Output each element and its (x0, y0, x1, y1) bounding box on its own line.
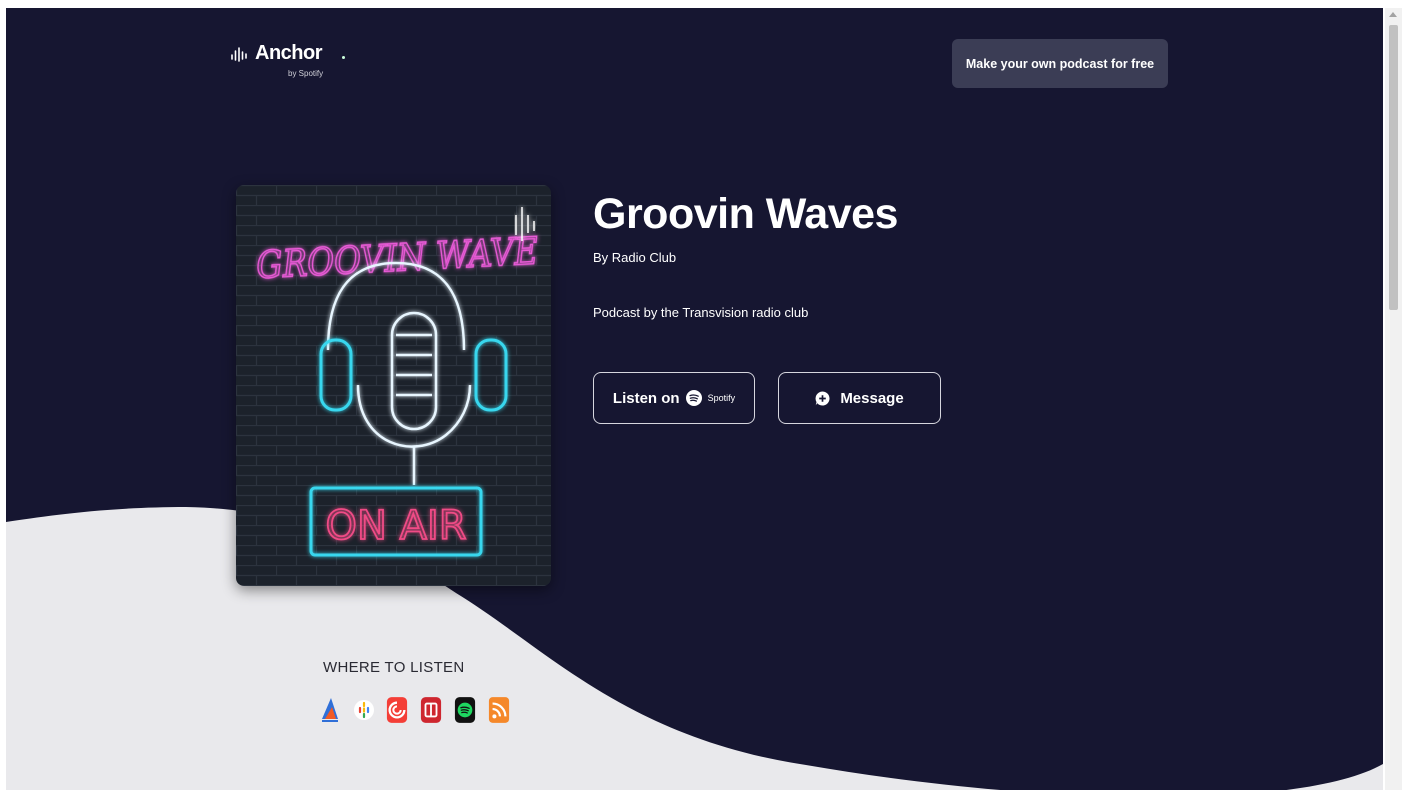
scroll-up-arrow-icon[interactable] (1389, 12, 1397, 17)
pocket-casts-icon (386, 697, 408, 723)
where-to-listen-heading: WHERE TO LISTEN (323, 659, 465, 676)
vertical-scrollbar[interactable] (1385, 8, 1402, 790)
podcast-title: Groovin Waves (593, 190, 898, 238)
cover-on-air-text: ON AIR (325, 503, 466, 549)
radio-public-link[interactable] (420, 694, 442, 726)
radio-public-icon (420, 697, 442, 723)
podcast-description: Podcast by the Transvision radio club (593, 305, 809, 320)
message-plus-icon (815, 390, 830, 406)
google-podcasts-link[interactable] (353, 694, 375, 726)
rss-link[interactable] (488, 694, 510, 726)
page-viewport: Anchor by Spotify Make your own podcast … (6, 8, 1383, 790)
podcast-cover-art: GROOVIN WAVE ON AIR (236, 185, 551, 586)
cover-art-image: GROOVIN WAVE ON AIR (236, 185, 551, 586)
spotify-wordmark: Spotify (707, 393, 736, 403)
spotify-platform-icon (454, 697, 476, 723)
spotify-link[interactable] (454, 694, 476, 726)
podcast-author: By Radio Club (593, 250, 677, 265)
logo-text: Anchor (255, 42, 323, 64)
anchor-wave-icon (231, 47, 247, 62)
spotify-icon (685, 390, 702, 406)
pocket-casts-link[interactable] (386, 694, 408, 726)
google-podcasts-icon (354, 700, 374, 720)
rss-icon (488, 697, 510, 723)
listen-label: Listen on (612, 389, 680, 407)
message-label: Message (840, 389, 904, 407)
breaker-icon (322, 698, 338, 722)
listen-on-spotify-button[interactable]: Listen on Spotify (593, 372, 755, 424)
make-podcast-button[interactable]: Make your own podcast for free (952, 39, 1168, 88)
breaker-link[interactable] (319, 694, 341, 726)
scrollbar-thumb[interactable] (1389, 25, 1398, 310)
message-button[interactable]: Message (778, 372, 941, 424)
logo-subtext: by Spotify (288, 69, 324, 78)
logo-dot (342, 56, 345, 59)
